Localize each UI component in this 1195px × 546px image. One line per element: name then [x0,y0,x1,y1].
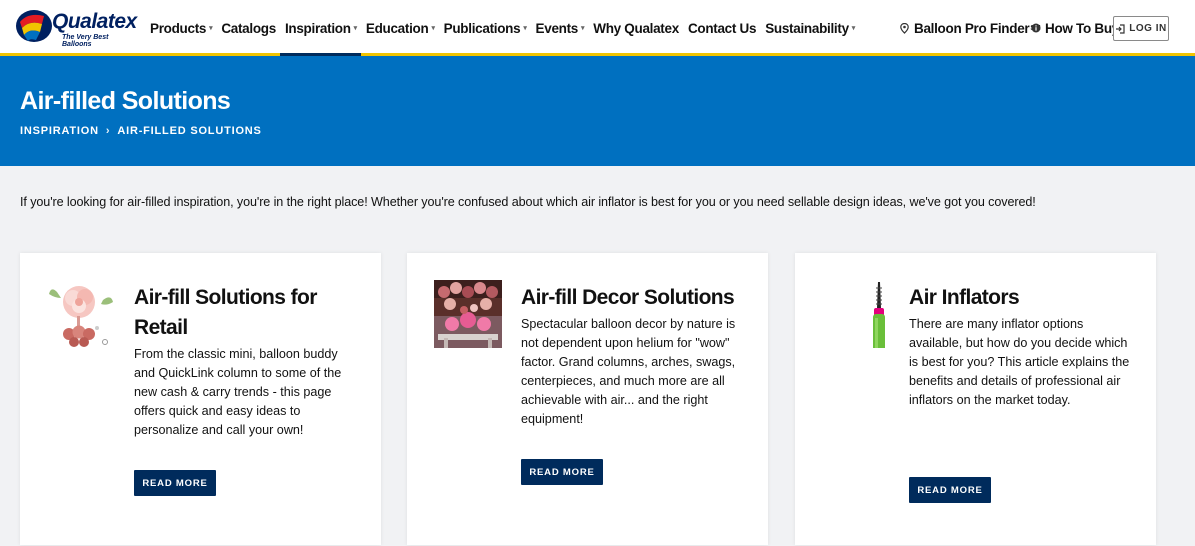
nav-label: Why Qualatex [593,20,679,36]
nav-contact-us[interactable]: Contact Us [683,0,760,56]
intro-text: If you're looking for air-filled inspira… [20,195,1036,209]
login-label: LOG IN [1129,23,1167,34]
qualatex-logo[interactable]: Qualatex The Very Best Balloons [14,6,138,48]
read-more-button-inflators[interactable]: READ MORE [909,477,991,503]
chevron-down-icon: ▾ [523,25,527,32]
login-button[interactable]: LOG IN [1113,16,1169,41]
page-title: Air-filled Solutions [20,87,231,115]
card-title[interactable]: Air-fill Decor Solutions [521,283,747,313]
info-icon [1031,23,1041,33]
breadcrumb: INSPIRATION › AIR-FILLED SOLUTIONS [20,125,262,137]
breadcrumb-separator: › [105,125,111,137]
how-to-buy-label: How To Buy [1045,20,1119,36]
nav-products[interactable]: Products ▾ [150,0,217,56]
card-title[interactable]: Air-fill Solutions for Retail [134,283,360,343]
card-retail: Air-fill Solutions for Retail From the c… [20,253,381,545]
card-title[interactable]: Air Inflators [909,283,1135,313]
nav-label: Products [150,20,207,36]
card-body: Air-fill Decor Solutions Spectacular bal… [521,283,747,429]
air-inflator-image [822,280,890,348]
nav-label: Events [535,20,579,36]
site-header: Qualatex The Very Best Balloons Products… [0,0,1195,56]
main-nav: Products ▾ Catalogs Inspiration ▾ Educatio… [150,0,860,56]
card-body: Air Inflators There are many inflator op… [909,283,1135,410]
card-description: From the classic mini, balloon buddy and… [134,347,342,437]
decor-event-image [434,280,502,348]
nav-events[interactable]: Events ▾ [531,0,589,56]
card-decor: Air-fill Decor Solutions Spectacular bal… [407,253,768,545]
card-inflators: Air Inflators There are many inflator op… [795,253,1156,545]
nav-label: Publications [443,20,521,36]
card-description: There are many inflator options availabl… [909,317,1130,407]
retail-balloon-image [47,280,115,348]
nav-label: Education [365,20,429,36]
balloon-pro-finder-link[interactable]: Balloon Pro FinderSM [900,0,1041,56]
how-to-buy-link[interactable]: How To Buy [1031,0,1119,56]
nav-catalogs[interactable]: Catalogs [217,0,281,56]
read-more-button-retail[interactable]: READ MORE [134,470,216,496]
nav-label: Contact Us [687,20,757,36]
nav-label: Catalogs [221,20,276,36]
nav-sustainability[interactable]: Sustainability ▾ [761,0,860,56]
nav-label: Inspiration [284,20,351,36]
breadcrumb-inspiration[interactable]: INSPIRATION [20,125,99,137]
chevron-down-icon: ▾ [431,25,435,32]
card-body: Air-fill Solutions for Retail From the c… [134,283,360,440]
chevron-down-icon: ▾ [353,25,358,32]
nav-label: Sustainability [765,20,849,36]
qualatex-logo-mark-icon [16,10,52,42]
chevron-down-icon: ▾ [851,25,856,32]
pro-finder-label: Balloon Pro Finder [914,20,1030,36]
nav-education[interactable]: Education ▾ [361,0,439,56]
nav-why-qualatex[interactable]: Why Qualatex [589,0,684,56]
nav-inspiration[interactable]: Inspiration ▾ [280,0,362,56]
nav-publications[interactable]: Publications ▾ [439,0,531,56]
chevron-down-icon: ▾ [209,25,213,32]
location-pin-icon [900,22,909,34]
logo-tagline: The Very Best Balloons [62,34,109,48]
breadcrumb-current: AIR-FILLED SOLUTIONS [117,125,262,137]
logo-wordmark: Qualatex [52,10,137,33]
read-more-button-decor[interactable]: READ MORE [521,459,603,485]
chevron-down-icon: ▾ [581,25,585,32]
login-icon [1116,23,1125,34]
page-hero: Air-filled Solutions INSPIRATION › AIR-F… [0,56,1195,166]
card-description: Spectacular balloon decor by nature is n… [521,317,736,426]
